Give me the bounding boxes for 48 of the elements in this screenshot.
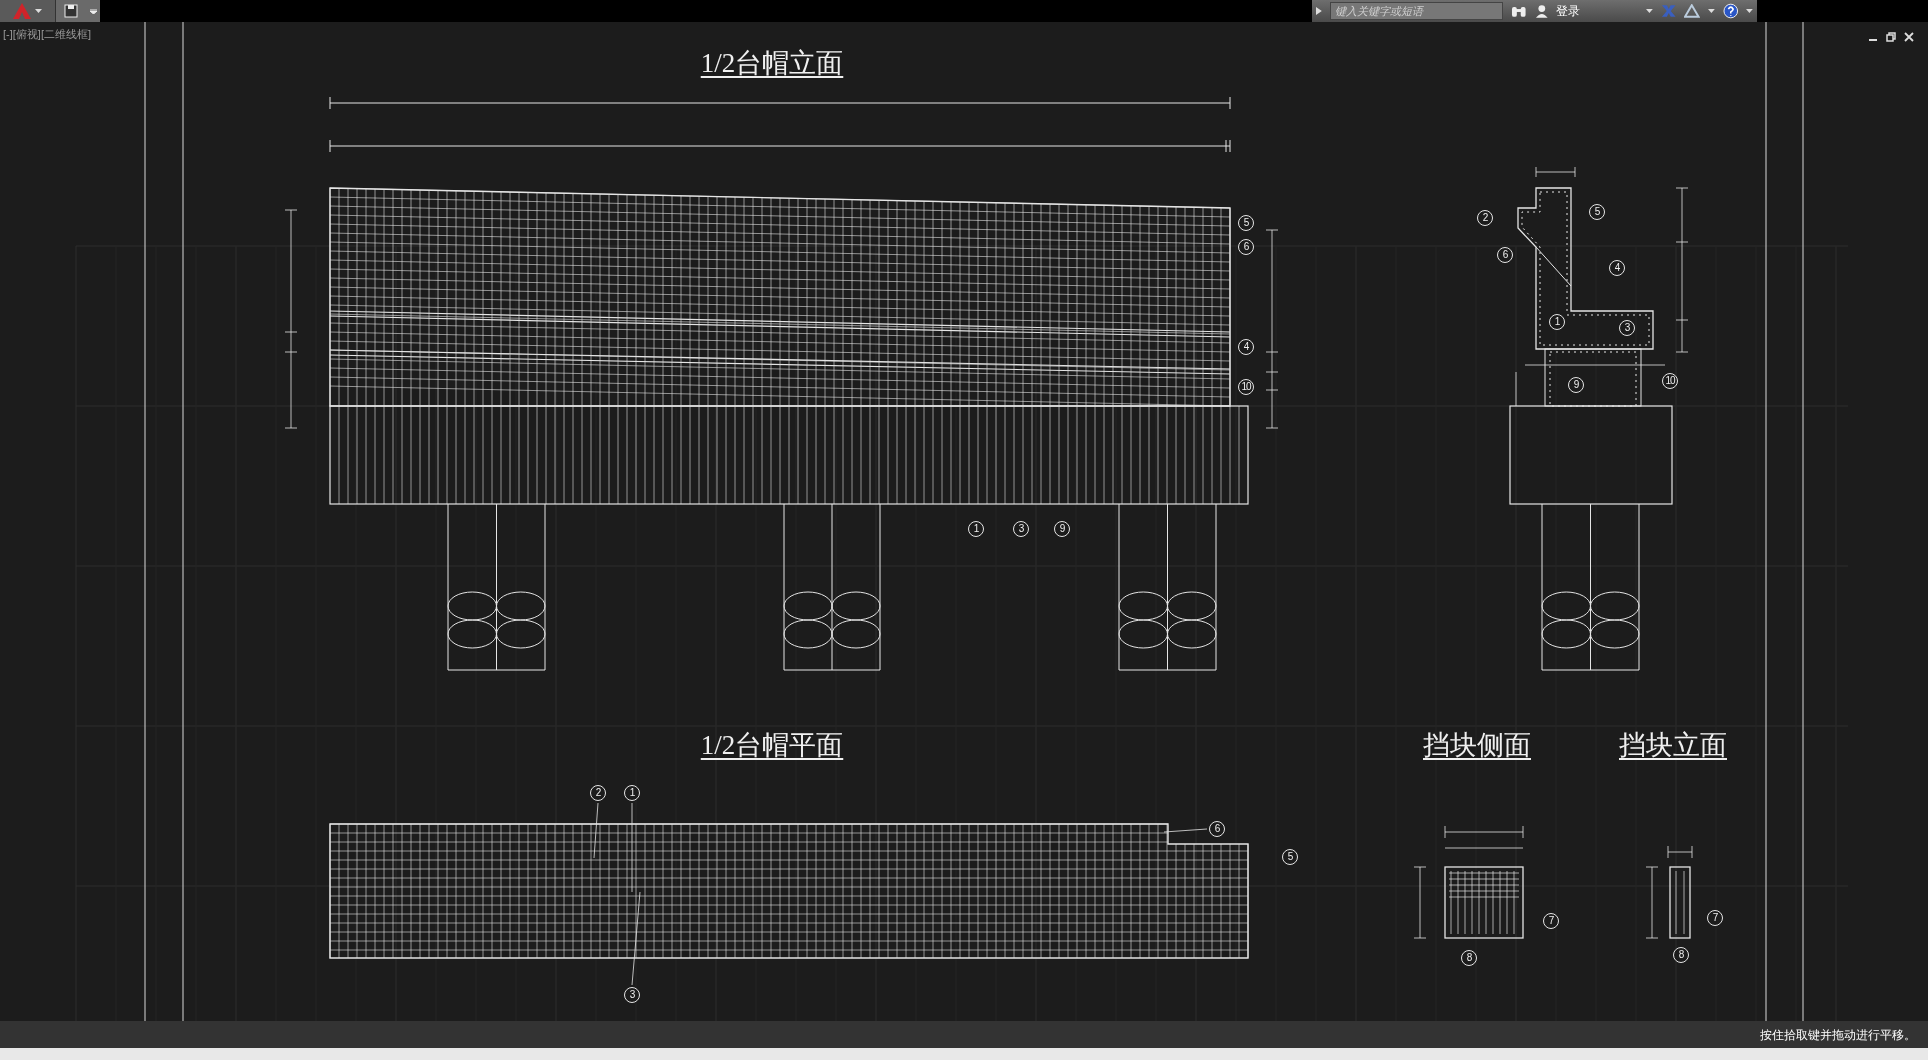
drawing-title: 挡块侧面 bbox=[1423, 732, 1531, 759]
callout-number: 10 bbox=[1662, 373, 1678, 389]
callout-number: 7 bbox=[1707, 910, 1723, 926]
callout-number: 5 bbox=[1589, 204, 1605, 220]
application-logo-icon bbox=[13, 3, 31, 19]
callout-number: 3 bbox=[624, 987, 640, 1003]
caret-icon bbox=[35, 9, 42, 13]
drawing-title: 挡块立面 bbox=[1619, 732, 1727, 759]
callout-number: 8 bbox=[1461, 950, 1477, 966]
callout-number: 5 bbox=[1238, 215, 1254, 231]
callout-number: 4 bbox=[1609, 260, 1625, 276]
restore-icon[interactable] bbox=[1886, 32, 1896, 42]
callout-number: 2 bbox=[1477, 210, 1493, 226]
save-button[interactable] bbox=[56, 0, 86, 22]
callout-number: 4 bbox=[1238, 339, 1254, 355]
drawing-title: 1/2台帽立面 bbox=[700, 50, 844, 77]
callout-number: 6 bbox=[1497, 247, 1513, 263]
callout-number: 7 bbox=[1543, 913, 1559, 929]
callout-number: 9 bbox=[1054, 521, 1070, 537]
status-message: 按住拾取键并拖动进行平移。 bbox=[1760, 1026, 1916, 1044]
save-icon bbox=[64, 4, 78, 18]
caret-icon[interactable] bbox=[1746, 9, 1753, 13]
callout-number: 8 bbox=[1673, 947, 1689, 963]
callout-number: 9 bbox=[1568, 377, 1584, 393]
binoculars-icon[interactable] bbox=[1511, 4, 1527, 18]
drawing-title: 1/2台帽平面 bbox=[700, 732, 844, 759]
callout-number: 5 bbox=[1282, 849, 1298, 865]
callout-number: 3 bbox=[1013, 521, 1029, 537]
login-link[interactable]: 登录 bbox=[1556, 2, 1638, 20]
callout-number: 6 bbox=[1238, 239, 1254, 255]
callout-number: 1 bbox=[1549, 314, 1565, 330]
caret-icon[interactable] bbox=[1645, 9, 1653, 13]
caret-icon bbox=[89, 8, 97, 14]
callout-number: 6 bbox=[1209, 821, 1225, 837]
callout-number: 2 bbox=[590, 785, 606, 801]
toolbar-dropdown-button[interactable] bbox=[86, 0, 100, 22]
expand-arrow-icon[interactable] bbox=[1316, 7, 1322, 15]
help-icon[interactable] bbox=[1722, 3, 1739, 19]
triangle-network-icon[interactable] bbox=[1684, 4, 1700, 18]
viewport-label[interactable]: [-][俯视][二维线框] bbox=[3, 26, 91, 43]
callout-number: 1 bbox=[968, 521, 984, 537]
callout-number: 3 bbox=[1619, 320, 1635, 336]
close-icon[interactable] bbox=[1904, 32, 1914, 42]
search-field[interactable]: 键入关键字或短语 bbox=[1329, 2, 1504, 20]
user-icon[interactable] bbox=[1534, 4, 1549, 18]
callout-number: 10 bbox=[1238, 379, 1254, 395]
callout-number: 1 bbox=[624, 785, 640, 801]
caret-icon[interactable] bbox=[1707, 9, 1715, 13]
